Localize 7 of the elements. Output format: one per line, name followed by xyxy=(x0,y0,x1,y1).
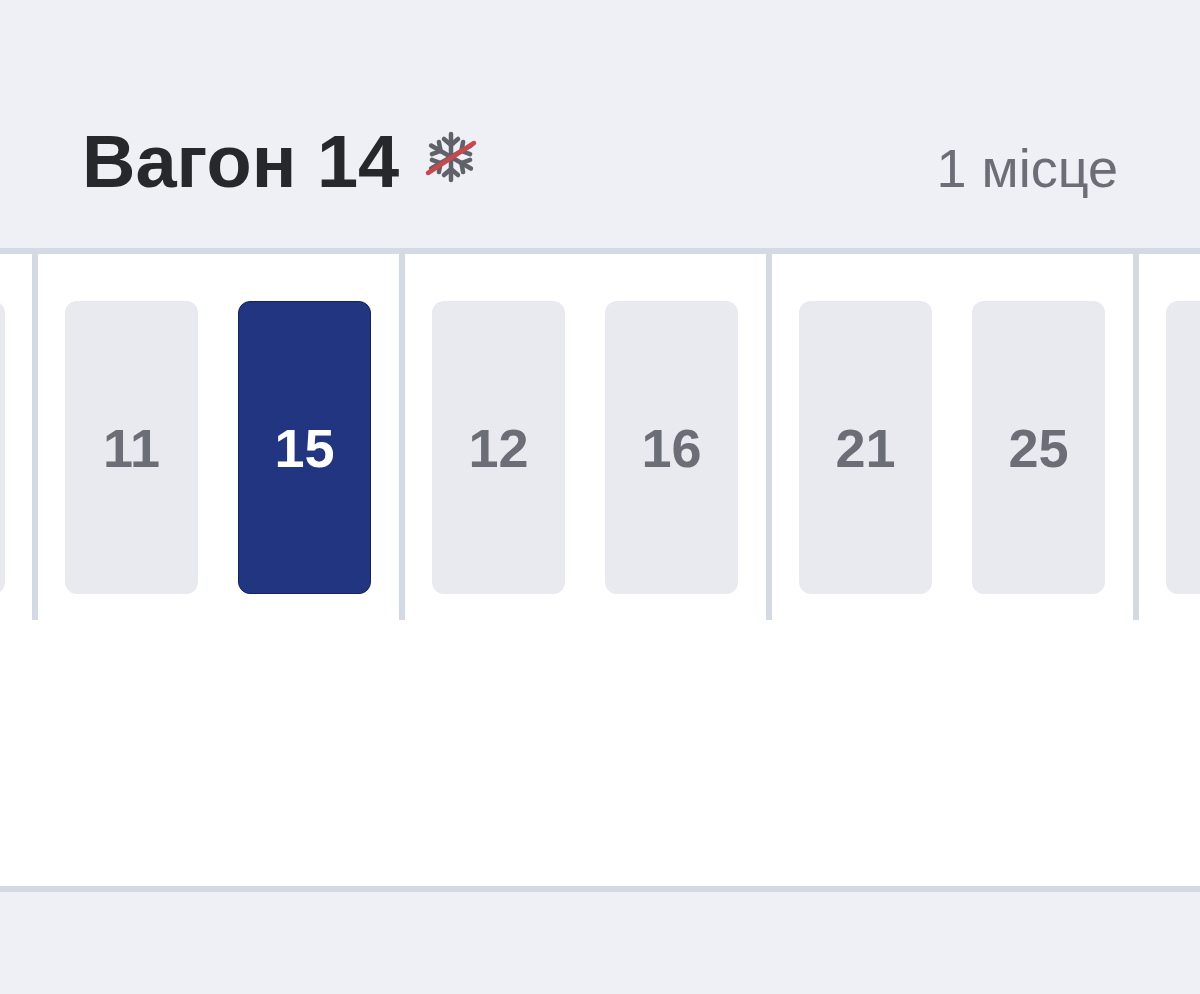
seat-button[interactable]: 12 xyxy=(432,301,565,594)
seat-button[interactable]: 16 xyxy=(605,301,738,594)
seat-button[interactable]: 21 xyxy=(799,301,932,594)
seat-button[interactable]: 15 xyxy=(238,301,371,594)
seat-button[interactable]: 25 xyxy=(972,301,1105,594)
car-title: Вагон 14 xyxy=(82,125,400,199)
seat-button[interactable]: 11 xyxy=(65,301,198,594)
